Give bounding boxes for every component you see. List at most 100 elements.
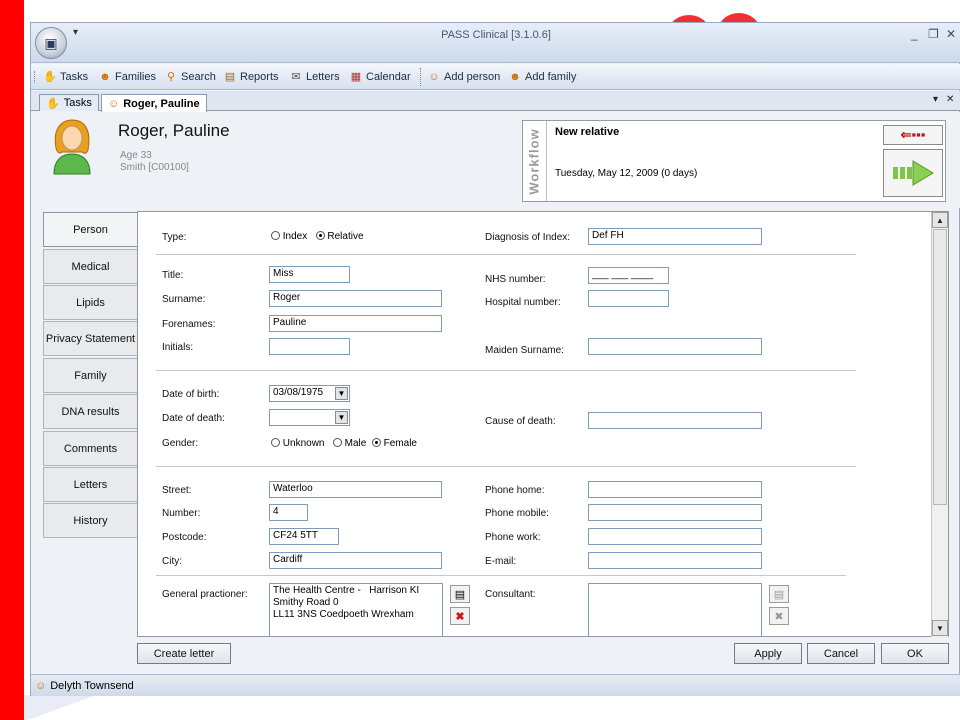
nhs-number-field[interactable]: ___ ___ ____	[588, 267, 669, 284]
create-letter-button[interactable]: Create letter	[137, 643, 231, 664]
gender-female-radio[interactable]	[371, 438, 381, 447]
radio-label: Relative	[327, 231, 364, 242]
type-relative-radio[interactable]	[315, 231, 325, 240]
person-form-panel: Type: Index Relative Diagnosis of Index:…	[137, 211, 949, 637]
maiden-surname-field[interactable]	[588, 338, 762, 355]
toolbar-families-button[interactable]: ☻ Families	[98, 68, 156, 86]
number-label: Number:	[162, 508, 201, 519]
apply-button[interactable]: Apply	[734, 643, 802, 664]
street-field[interactable]: Waterloo	[269, 481, 442, 498]
toolbar-add-family-button[interactable]: ☻ Add family	[508, 68, 576, 86]
scroll-down-button[interactable]: ▼	[932, 620, 948, 636]
user-icon: ☺	[35, 679, 47, 692]
cause-of-death-field[interactable]	[588, 412, 762, 429]
nav-tab-privacy-statement[interactable]: Privacy Statement	[43, 321, 137, 356]
gender-male-radio[interactable]	[332, 438, 342, 447]
gender-unknown-radio[interactable]	[271, 438, 280, 447]
form-scrollbar[interactable]: ▲ ▼	[931, 212, 948, 637]
toolbar-letters-button[interactable]: ✉ Letters	[289, 68, 339, 86]
radio-label: Male	[344, 438, 367, 449]
nav-tab-family[interactable]: Family	[43, 358, 137, 393]
type-radio-group: Index Relative	[271, 231, 364, 242]
type-label: Type:	[162, 232, 187, 243]
forenames-field[interactable]: Pauline	[269, 315, 442, 332]
toolbar-calendar-button[interactable]: ▦ Calendar	[349, 68, 411, 86]
diagnosis-field[interactable]: Def FH	[588, 228, 762, 245]
radio-label: Index	[282, 231, 308, 242]
city-field[interactable]: Cardiff	[269, 552, 442, 569]
calendar-icon: ▦	[350, 71, 362, 83]
dob-value: 03/08/1975	[273, 387, 324, 398]
radio-label: Unknown	[282, 438, 325, 449]
toolbar-label: Tasks	[60, 71, 89, 83]
workflow-back-button[interactable]: ⇐▪▪▪	[883, 125, 943, 145]
hospital-number-field[interactable]	[588, 290, 669, 307]
toolbar-add-person-button[interactable]: ☺ Add person	[427, 68, 500, 86]
toolbar-label: Calendar	[366, 71, 411, 83]
delete-x-icon: ✖	[455, 610, 465, 623]
phone-home-field[interactable]	[588, 481, 762, 498]
status-user: Delyth Townsend	[50, 679, 134, 692]
close-button[interactable]: ✕	[946, 27, 956, 41]
nav-tab-person[interactable]: Person	[43, 212, 137, 247]
consultant-field[interactable]	[588, 583, 762, 636]
nav-tab-lipids[interactable]: Lipids	[43, 285, 137, 320]
restore-button[interactable]: ❐	[928, 27, 939, 41]
phone-work-label: Phone work:	[485, 532, 541, 543]
dob-label: Date of birth:	[162, 389, 220, 400]
diagnosis-label: Diagnosis of Index:	[485, 232, 571, 243]
gp-select-button[interactable]: ▤	[450, 585, 470, 603]
gp-field[interactable]: The Health Centre - Harrison KI Smithy R…	[269, 583, 443, 636]
tab-label: Roger, Pauline	[123, 97, 200, 110]
nav-tab-dna-results[interactable]: DNA results	[43, 394, 137, 429]
toolbar-reports-button[interactable]: ▤ Reports	[223, 68, 279, 86]
nav-tab-history[interactable]: History	[43, 503, 137, 538]
gp-clear-button[interactable]: ✖	[450, 607, 470, 625]
person-icon: ☺	[108, 97, 120, 110]
toolbar-label: Search	[181, 71, 216, 83]
consultant-clear-button[interactable]: ✖	[769, 607, 789, 625]
postcode-label: Postcode:	[162, 532, 207, 543]
decorative-swoosh	[24, 695, 134, 720]
dod-field[interactable]: ▼	[269, 409, 350, 426]
forenames-label: Forenames:	[162, 319, 216, 330]
dob-field[interactable]: 03/08/1975 ▼	[269, 385, 350, 402]
phone-mobile-label: Phone mobile:	[485, 508, 549, 519]
chevron-down-icon[interactable]: ▼	[335, 411, 348, 424]
nhs-number-label: NHS number:	[485, 274, 546, 285]
status-bar: ☺ Delyth Townsend	[31, 674, 960, 696]
ok-button[interactable]: OK	[881, 643, 949, 664]
toolbar-tasks-button[interactable]: ✋ Tasks	[43, 68, 88, 86]
type-index-radio[interactable]	[271, 231, 280, 240]
title-field[interactable]: Miss	[269, 266, 350, 283]
nav-tab-medical[interactable]: Medical	[43, 249, 137, 284]
scroll-up-button[interactable]: ▲	[932, 212, 948, 228]
tab-list-dropdown[interactable]: ▾	[933, 94, 938, 105]
phone-mobile-field[interactable]	[588, 504, 762, 521]
divider	[156, 466, 856, 467]
minimize-button[interactable]: _	[911, 27, 918, 41]
chevron-down-icon[interactable]: ▼	[335, 387, 348, 400]
tab-label: Tasks	[63, 97, 92, 109]
cancel-button[interactable]: Cancel	[807, 643, 875, 664]
phone-work-field[interactable]	[588, 528, 762, 545]
tab-close-button[interactable]: ✕	[946, 94, 954, 105]
person-avatar-icon	[53, 119, 91, 175]
scroll-thumb[interactable]	[933, 229, 947, 505]
initials-field[interactable]	[269, 338, 350, 355]
nav-tab-letters[interactable]: Letters	[43, 467, 137, 502]
toolbar-search-button[interactable]: ⚲ Search	[164, 68, 216, 86]
surname-field[interactable]: Roger	[269, 290, 442, 307]
tab-roger-pauline[interactable]: ☺ Roger, Pauline	[101, 94, 207, 112]
toolbar-grip[interactable]	[34, 71, 36, 83]
initials-label: Initials:	[162, 342, 194, 353]
number-field[interactable]: 4	[269, 504, 308, 521]
consultant-select-button[interactable]: ▤	[769, 585, 789, 603]
postcode-field[interactable]: CF24 5TT	[269, 528, 339, 545]
cause-of-death-label: Cause of death:	[485, 416, 556, 427]
email-field[interactable]	[588, 552, 762, 569]
tab-tasks[interactable]: ✋ Tasks	[39, 94, 99, 111]
nav-tab-comments[interactable]: Comments	[43, 431, 137, 466]
toolbar-label: Families	[115, 71, 156, 83]
workflow-next-button[interactable]	[883, 149, 943, 197]
